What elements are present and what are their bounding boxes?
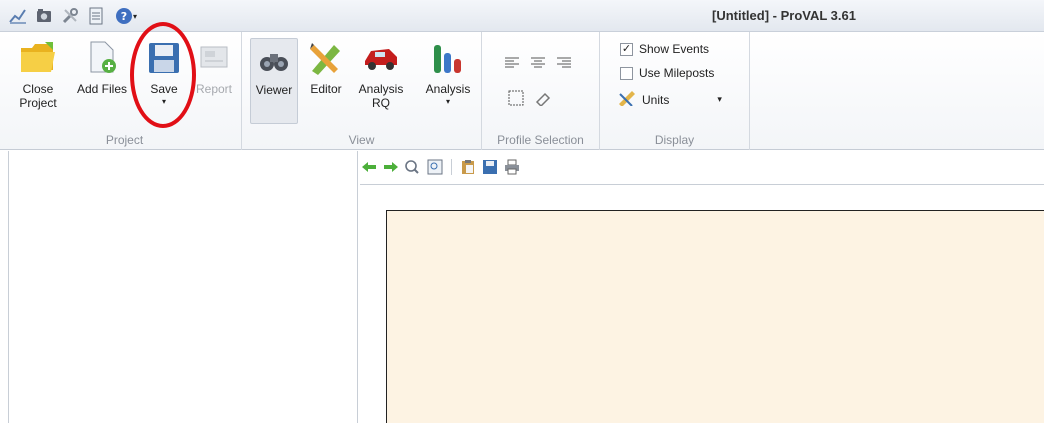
add-files-button[interactable]: Add Files (72, 38, 132, 96)
use-mileposts-checkbox[interactable]: Use Mileposts (620, 66, 714, 80)
ribbon: Close Project Add Files Save ▾ Report Pr… (0, 32, 1044, 150)
zoom-fit-icon[interactable] (426, 158, 444, 176)
ruler-icon (618, 90, 636, 109)
pencil-ruler-icon (306, 38, 346, 78)
analysis-caret[interactable]: ▾ (446, 98, 450, 106)
use-mileposts-label: Use Mileposts (639, 66, 715, 80)
zoom-icon[interactable] (404, 158, 422, 176)
help-icon[interactable]: ? ▾ (112, 6, 140, 26)
floppy-disk-icon (144, 38, 184, 78)
chart-icon[interactable] (8, 6, 28, 26)
show-events-check-icon[interactable]: ✓ (620, 42, 633, 56)
ribbon-group-project: Close Project Add Files Save ▾ Report Pr… (8, 32, 242, 150)
viewer-button[interactable]: Viewer (250, 38, 298, 124)
analysis-button[interactable]: Analysis ▾ (422, 38, 474, 106)
display-group-label: Display (654, 133, 695, 147)
back-arrow-icon[interactable] (360, 158, 378, 176)
tools-icon[interactable] (60, 6, 80, 26)
svg-text:?: ? (121, 10, 127, 23)
project-group-label: Project (105, 133, 144, 147)
save-image-icon[interactable] (481, 158, 499, 176)
select-region-icon[interactable] (508, 90, 524, 109)
units-dropdown[interactable]: Units ▾ (618, 90, 722, 109)
editor-button[interactable]: Editor (304, 38, 348, 96)
analysis-rq-label: Analysis RQ (358, 82, 404, 110)
save-button[interactable]: Save ▾ (142, 38, 186, 106)
units-caret[interactable]: ▾ (717, 94, 722, 105)
report-label: Report (195, 82, 233, 96)
analysis-rq-button[interactable]: Analysis RQ (354, 38, 408, 110)
viewer-label: Viewer (255, 83, 293, 97)
toolbar-separator (451, 159, 452, 175)
ribbon-group-display: ✓ Show Events Use Mileposts Units ▾ Disp… (600, 32, 750, 150)
report-icon (194, 38, 234, 78)
document-icon[interactable] (86, 6, 106, 26)
profile-selection-group-label: Profile Selection (497, 133, 584, 147)
use-mileposts-check-icon[interactable] (620, 66, 633, 80)
title-bar: ? ▾ [Untitled] - ProVAL 3.61 (0, 0, 1044, 32)
save-caret[interactable]: ▾ (162, 98, 166, 106)
view-group-label: View (348, 133, 375, 147)
paste-icon[interactable] (459, 158, 477, 176)
report-button[interactable]: Report (192, 38, 236, 96)
forward-arrow-icon[interactable] (382, 158, 400, 176)
show-events-label: Show Events (639, 42, 710, 56)
plot-canvas[interactable] (386, 210, 1044, 423)
ribbon-group-view: Viewer Editor Analysis RQ Analysis ▾ Vie… (242, 32, 482, 150)
car-icon (361, 38, 401, 78)
align-right-icon[interactable] (556, 56, 572, 73)
units-label: Units (642, 92, 670, 107)
viewer-toolbar (360, 158, 521, 176)
help-caret: ▾ (132, 11, 137, 21)
align-left-icon[interactable] (504, 56, 520, 73)
window-title: [Untitled] - ProVAL 3.61 (712, 8, 856, 23)
add-file-icon (82, 38, 122, 78)
binoculars-icon (254, 39, 294, 79)
folder-icon (18, 38, 58, 78)
analysis-label: Analysis (425, 82, 471, 96)
eraser-icon[interactable] (534, 90, 552, 109)
add-files-label: Add Files (76, 82, 128, 96)
show-events-checkbox[interactable]: ✓ Show Events (620, 42, 709, 56)
project-tree-pane[interactable] (8, 151, 358, 423)
save-label: Save (150, 82, 178, 96)
bar-chart-icon (428, 38, 468, 78)
editor-label: Editor (310, 82, 342, 96)
close-project-button[interactable]: Close Project (16, 38, 60, 110)
close-project-label: Close Project (19, 82, 57, 110)
ribbon-group-profile-selection: Profile Selection (482, 32, 600, 150)
camera-icon[interactable] (34, 6, 54, 26)
print-icon[interactable] (503, 158, 521, 176)
quick-access-toolbar: ? ▾ (8, 6, 140, 26)
align-center-icon[interactable] (530, 56, 546, 73)
